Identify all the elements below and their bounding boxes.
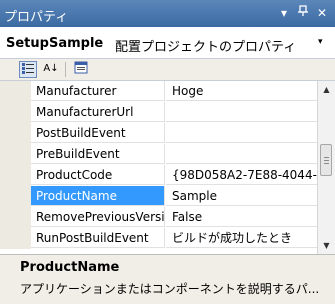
description-text: アプリケーションまたはコンポーネントを説明するパ... bbox=[20, 282, 320, 296]
property-row-prebuildevent[interactable]: PreBuildEvent bbox=[0, 144, 317, 165]
scroll-thumb[interactable] bbox=[320, 144, 332, 176]
property-value[interactable] bbox=[166, 102, 317, 122]
alphabetical-button[interactable]: A↓ bbox=[42, 61, 60, 78]
property-name[interactable]: ManufacturerUrl bbox=[31, 102, 165, 122]
row-margin bbox=[0, 228, 31, 249]
property-row-manufacturerurl[interactable]: ManufacturerUrl bbox=[0, 102, 317, 123]
property-row-runpostbuildevent[interactable]: RunPostBuildEvent ビルドが成功したとき bbox=[0, 228, 317, 249]
row-margin bbox=[0, 123, 31, 144]
row-margin bbox=[0, 207, 31, 228]
property-row-postbuildevent[interactable]: PostBuildEvent bbox=[0, 123, 317, 144]
grip-line bbox=[324, 160, 329, 161]
property-row-manufacturer[interactable]: Manufacturer Hoge bbox=[0, 81, 317, 102]
pin-icon bbox=[298, 5, 308, 16]
toolbar-separator bbox=[65, 62, 66, 77]
categorized-button[interactable] bbox=[19, 61, 37, 78]
properties-toolbar: A↓ bbox=[0, 59, 335, 81]
row-margin bbox=[0, 81, 31, 102]
property-row-productname[interactable]: ProductName Sample bbox=[0, 186, 317, 207]
scroll-down-icon[interactable]: ▼ bbox=[318, 237, 335, 254]
categorized-icon bbox=[22, 63, 34, 74]
property-value[interactable]: ビルドが成功したとき bbox=[166, 228, 317, 248]
close-icon[interactable]: ✕ bbox=[314, 5, 330, 21]
property-value[interactable]: Sample bbox=[166, 186, 317, 206]
properties-window-titlebar: プロパティ ▾ ✕ bbox=[0, 0, 335, 27]
grip-line bbox=[324, 157, 329, 158]
property-value[interactable] bbox=[166, 144, 317, 164]
property-pages-button[interactable] bbox=[72, 61, 90, 78]
grip-line bbox=[324, 163, 329, 164]
property-grid: Manufacturer Hoge ManufacturerUrl PostBu… bbox=[0, 81, 317, 254]
row-margin bbox=[0, 186, 31, 207]
property-row-productcode[interactable]: ProductCode {98D058A2-7E88-4044-A bbox=[0, 165, 317, 186]
description-title: ProductName bbox=[20, 260, 120, 275]
vertical-scrollbar[interactable]: ▲ ▼ bbox=[317, 81, 335, 254]
object-selector-dropdown[interactable]: SetupSample 配置プロジェクトのプロパティ ▾ bbox=[0, 27, 335, 59]
selected-object-type: 配置プロジェクトのプロパティ bbox=[115, 40, 297, 55]
property-name[interactable]: PreBuildEvent bbox=[31, 144, 165, 164]
property-value[interactable] bbox=[166, 123, 317, 143]
property-pages-icon bbox=[74, 61, 88, 74]
window-title: プロパティ bbox=[4, 10, 69, 25]
property-value[interactable]: Hoge bbox=[166, 81, 317, 101]
property-row-removepreviousversions[interactable]: RemovePreviousVersio False bbox=[0, 207, 317, 228]
property-name[interactable]: PostBuildEvent bbox=[31, 123, 165, 143]
property-value[interactable]: {98D058A2-7E88-4044-A bbox=[166, 165, 317, 185]
property-value[interactable]: False bbox=[166, 207, 317, 227]
row-margin bbox=[0, 165, 31, 186]
chevron-down-icon[interactable]: ▾ bbox=[318, 37, 323, 47]
property-name[interactable]: RunPostBuildEvent bbox=[31, 228, 165, 248]
row-margin bbox=[0, 102, 31, 123]
description-pane: ProductName アプリケーションまたはコンポーネントを説明するパ... bbox=[0, 254, 335, 304]
property-name-selected[interactable]: ProductName bbox=[31, 186, 165, 206]
window-menu-dropdown-icon[interactable]: ▾ bbox=[276, 5, 292, 21]
property-name[interactable]: ProductCode bbox=[31, 165, 165, 185]
row-margin bbox=[0, 144, 31, 165]
auto-hide-pin-icon[interactable] bbox=[295, 5, 311, 21]
selected-object-name: SetupSample bbox=[6, 36, 104, 51]
property-name[interactable]: Manufacturer bbox=[31, 81, 165, 101]
scroll-up-icon[interactable]: ▲ bbox=[318, 81, 335, 98]
property-name[interactable]: RemovePreviousVersio bbox=[31, 207, 165, 227]
sort-alphabetical-icon: A↓ bbox=[43, 63, 59, 74]
